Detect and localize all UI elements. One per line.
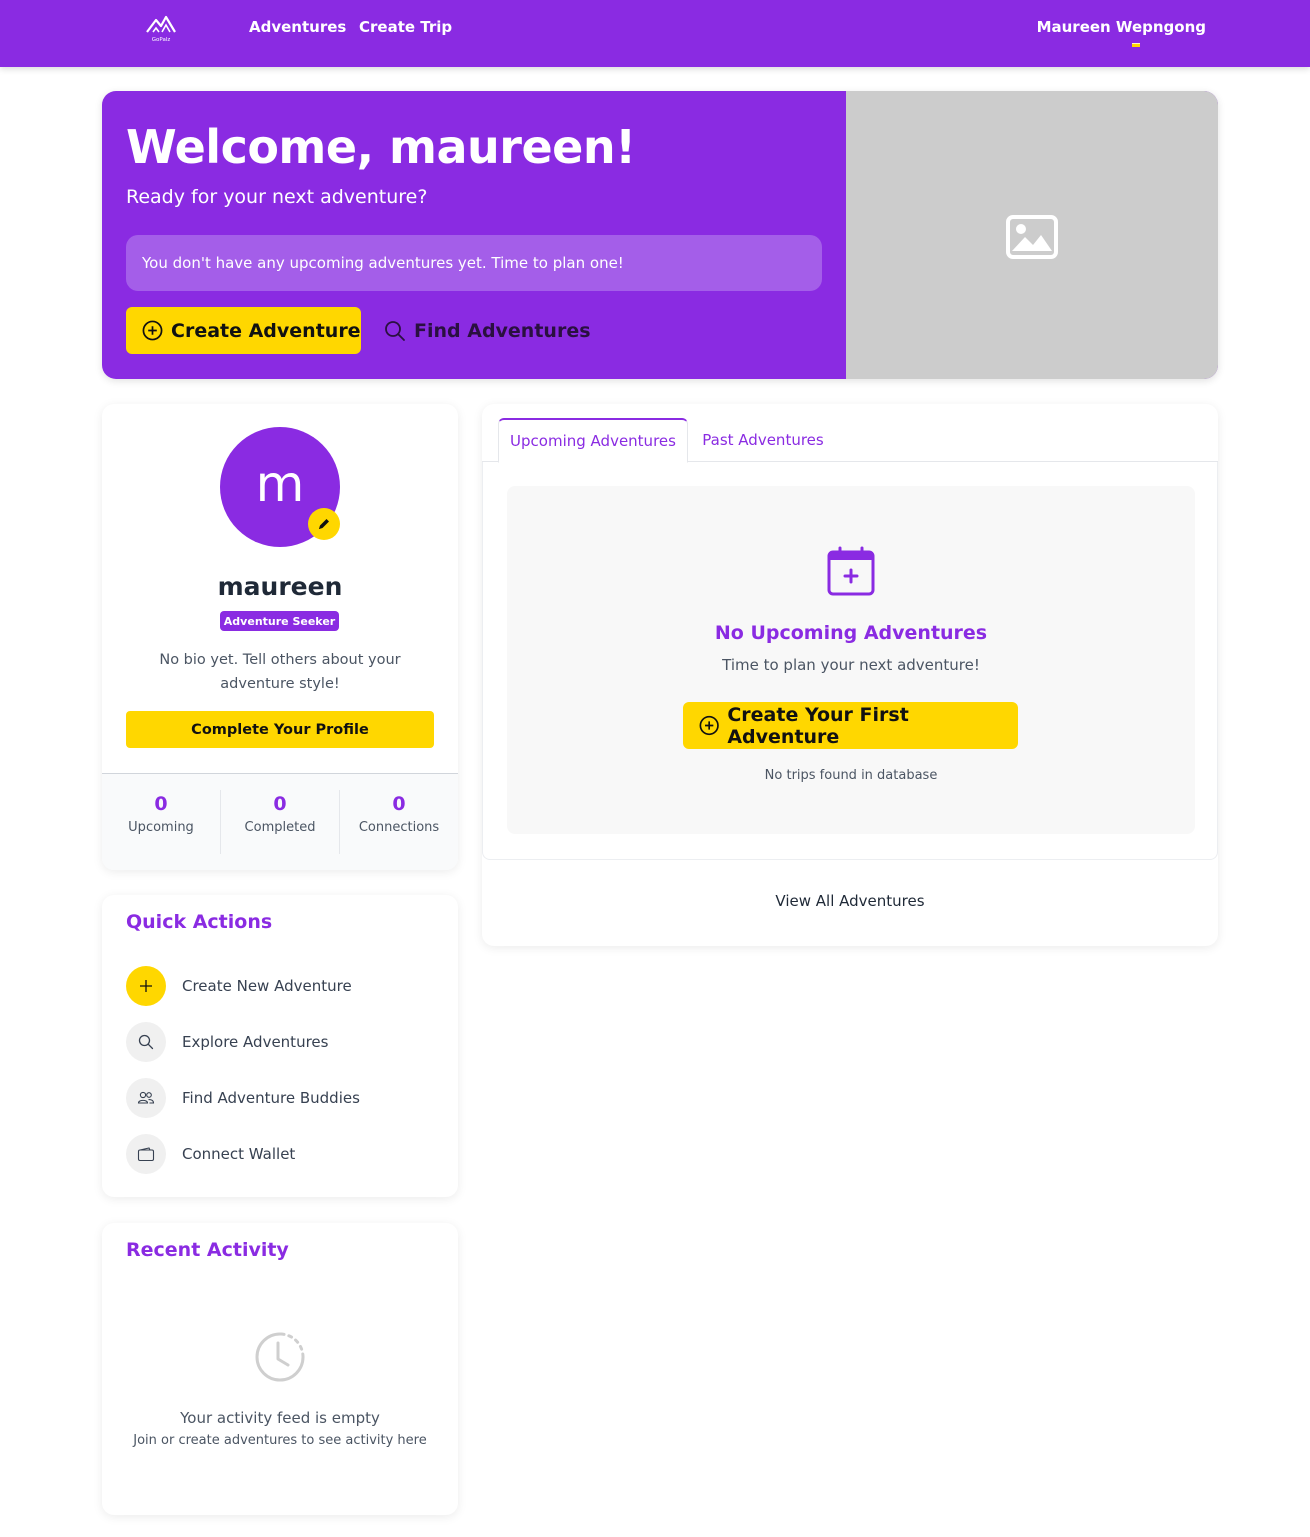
stat-completed: 0 Completed [220,790,339,854]
profile-stats: 0 Upcoming 0 Completed 0 Connections [102,773,458,870]
plus-circle-icon [142,320,163,341]
profile-card: m maureen Adventure Seeker No bio yet. T… [102,404,458,870]
empty-state-subtitle: Time to plan your next adventure! [722,656,980,674]
stat-upcoming: 0 Upcoming [102,790,220,854]
find-adventures-button[interactable]: Find Adventures [384,307,591,354]
edit-avatar-button[interactable] [308,508,340,540]
stat-label: Upcoming [128,820,194,835]
create-first-adventure-label: Create Your First Adventure [727,703,909,748]
welcome-title: Welcome, maureen! [126,120,636,174]
quick-action-label: Explore Adventures [182,1033,329,1051]
activity-empty-text: Your activity feed is empty [180,1409,380,1427]
recent-activity-title: Recent Activity [126,1239,289,1261]
tab-content: No Upcoming Adventures Time to plan your… [482,462,1218,860]
search-icon [126,1022,166,1062]
nav-adventures-link[interactable]: Adventures [249,17,346,37]
stat-value: 0 [273,793,287,815]
no-trips-note: No trips found in database [764,768,938,783]
stat-label: Completed [244,820,316,835]
profile-bio: No bio yet. Tell others about your adven… [159,652,401,692]
quick-action-buddies[interactable]: Find Adventure Buddies [126,1078,360,1118]
stat-value: 0 [392,793,406,815]
find-adventures-label: Find Adventures [414,319,591,342]
gopalz-logo[interactable]: GoPalz [143,12,179,44]
stat-connections: 0 Connections [339,790,458,854]
upcoming-notice-text: You don't have any upcoming adventures y… [142,254,624,272]
clock-icon [255,1332,305,1382]
top-navbar: GoPalz Adventures Create Trip Maureen We… [0,0,1310,67]
create-adventure-label: Create Adventure [171,319,361,342]
svg-text:GoPalz: GoPalz [152,37,171,43]
image-icon [1006,215,1058,259]
quick-action-wallet[interactable]: Connect Wallet [126,1134,295,1174]
create-adventure-button[interactable]: Create Adventure [126,307,361,354]
adventures-panel: Upcoming Adventures Past Adventures No U… [482,404,1218,946]
quick-actions-title: Quick Actions [126,911,273,933]
empty-state: No Upcoming Adventures Time to plan your… [507,486,1195,834]
recent-activity-card: Recent Activity Your activity feed is em… [102,1223,458,1515]
tab-past-adventures[interactable]: Past Adventures [690,418,836,462]
people-icon [126,1078,166,1118]
wallet-icon [126,1134,166,1174]
tab-upcoming-adventures[interactable]: Upcoming Adventures [498,418,688,463]
search-icon [385,320,405,341]
avatar-initial: m [255,455,305,513]
empty-state-title: No Upcoming Adventures [714,622,988,644]
user-menu[interactable]: Maureen Wepngong [1037,17,1206,37]
plus-icon [126,966,166,1006]
quick-actions-card: Quick Actions Create New Adventure Explo… [102,895,458,1197]
create-first-adventure-button[interactable]: Create Your First Adventure [683,702,1018,749]
view-all-adventures-link[interactable]: View All Adventures [482,892,1218,910]
plus-circle-icon [699,715,719,736]
stat-value: 0 [154,793,168,815]
stat-label: Connections [358,820,440,835]
nav-create-trip-link[interactable]: Create Trip [359,17,452,37]
profile-name: maureen [217,572,343,601]
calendar-plus-icon [827,546,875,596]
pencil-icon [319,519,329,529]
quick-action-label: Create New Adventure [182,977,352,995]
complete-profile-button[interactable]: Complete Your Profile [126,711,434,748]
welcome-subtitle: Ready for your next adventure? [126,186,428,208]
hero-image-placeholder [846,91,1218,379]
quick-action-explore[interactable]: Explore Adventures [126,1022,328,1062]
quick-action-create[interactable]: Create New Adventure [126,966,352,1006]
activity-hint-text: Join or create adventures to see activit… [133,1433,427,1448]
adventures-tabs: Upcoming Adventures Past Adventures [482,418,1218,463]
quick-action-label: Connect Wallet [182,1145,296,1163]
upcoming-notice: You don't have any upcoming adventures y… [126,235,822,291]
quick-action-label: Find Adventure Buddies [182,1089,360,1107]
user-menu-indicator [1132,43,1140,47]
welcome-hero: Welcome, maureen! Ready for your next ad… [102,91,1218,379]
profile-badge: Adventure Seeker [220,611,339,631]
